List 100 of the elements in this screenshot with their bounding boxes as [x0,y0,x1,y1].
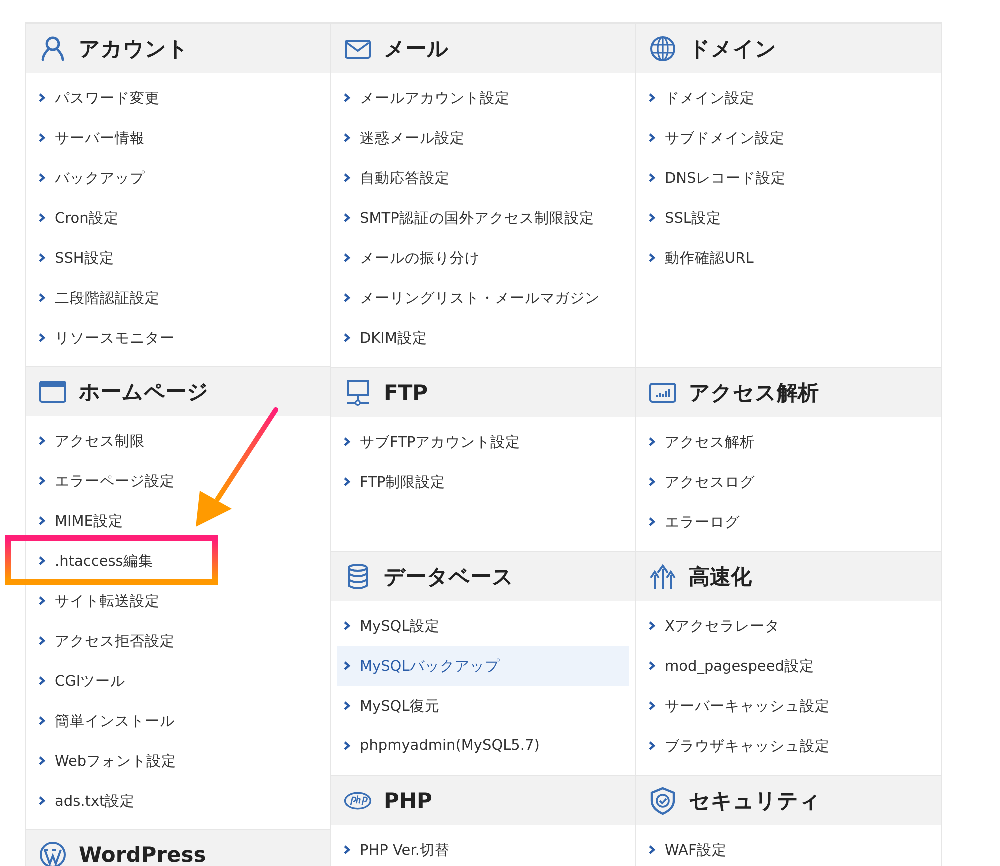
menu-link[interactable]: 自動応答設定 [337,158,456,198]
menu-link[interactable]: アクセス制限 [32,421,151,461]
chevron-right-icon [38,716,46,726]
menu-link[interactable]: パスワード変更 [32,78,166,118]
menu-link[interactable]: .htaccess編集 [32,541,160,581]
chevron-right-icon [38,596,46,606]
chevron-right-icon [343,213,351,223]
chevron-right-icon [38,133,46,143]
menu-link[interactable]: ドメイン設定 [642,78,761,118]
chevron-right-icon [648,93,656,103]
menu-link[interactable]: Xアクセラレータ [642,606,786,646]
chevron-right-icon [38,173,46,183]
chevron-right-icon [648,741,656,751]
monitor-network-icon [344,378,372,406]
chevron-right-icon [343,621,351,631]
chevron-right-icon [38,676,46,686]
menu-link[interactable]: リソースモニター [32,318,181,358]
chevron-right-icon [343,701,351,711]
menu-link[interactable]: エラーログ [642,502,746,542]
menu-link[interactable]: サーバー情報 [32,118,151,158]
chevron-right-icon [343,253,351,263]
menu-link[interactable]: MySQL復元 [337,686,446,726]
menu-link[interactable]: mod_pagespeed設定 [642,646,820,686]
section-title: アクセス解析 [689,380,819,406]
shield-check-icon [649,786,677,814]
chevron-right-icon [343,437,351,447]
menu-link[interactable]: 動作確認URL [642,238,760,278]
chevron-right-icon [38,556,46,566]
menu-link[interactable]: メーリングリスト・メールマガジン [337,278,606,318]
section-title: セキュリティ [689,788,821,814]
chevron-right-icon [648,517,656,527]
chevron-right-icon [38,516,46,526]
menu-link[interactable]: MySQL設定 [337,606,446,646]
chevron-right-icon [343,333,351,343]
section-title: WordPress [79,842,206,866]
menu-link[interactable]: 簡単インストール [32,701,181,741]
menu-link[interactable]: ads.txt設定 [32,781,142,821]
menu-link[interactable]: サイト転送設定 [32,581,166,621]
section-title: FTP [384,380,428,404]
menu-link[interactable]: MySQLバックアップ [337,646,629,686]
section-title: PHP [384,788,432,812]
menu-link[interactable]: DKIM設定 [337,318,434,358]
menu-link[interactable]: SSL設定 [642,198,728,238]
section-title: アカウント [79,36,189,62]
menu-link[interactable]: バックアップ [32,158,151,198]
chevron-right-icon [648,437,656,447]
chevron-right-icon [648,621,656,631]
chevron-right-icon [38,213,46,223]
section-title: ホームページ [79,378,209,406]
menu-link[interactable]: サーバーキャッシュ設定 [642,686,836,726]
chevron-right-icon [648,845,656,855]
globe-icon [649,34,677,62]
menu-link[interactable]: エラーページ設定 [32,461,181,501]
chevron-right-icon [648,661,656,671]
section-title: データベース [384,564,514,590]
chevron-right-icon [38,756,46,766]
chevron-right-icon [38,253,46,263]
menu-link[interactable]: アクセスログ [642,462,761,502]
up-arrows-icon [649,562,677,590]
chevron-right-icon [343,845,351,855]
menu-link[interactable]: Cron設定 [32,198,125,238]
menu-link[interactable]: 二段階認証設定 [32,278,166,318]
menu-link[interactable]: ブラウザキャッシュ設定 [642,726,836,766]
menu-link[interactable]: アクセス解析 [642,422,761,462]
menu-link[interactable]: メールアカウント設定 [337,78,516,118]
user-icon [39,34,67,62]
chevron-right-icon [38,476,46,486]
chevron-right-icon [648,253,656,263]
menu-link[interactable]: DNSレコード設定 [642,158,792,198]
chevron-right-icon [38,796,46,806]
chevron-right-icon [343,93,351,103]
section-title: ドメイン [689,36,777,62]
chevron-right-icon [343,293,351,303]
chevron-right-icon [38,636,46,646]
menu-link[interactable]: アクセス拒否設定 [32,621,181,661]
menu-link[interactable]: CGIツール [32,661,132,701]
menu-link[interactable]: MIME設定 [32,501,130,541]
menu-link[interactable]: phpmyadmin(MySQL5.7) [337,726,546,766]
chevron-right-icon [38,333,46,343]
menu-link[interactable]: Webフォント設定 [32,741,183,781]
menu-link[interactable]: PHP Ver.切替 [337,830,456,866]
menu-link[interactable]: サブFTPアカウント設定 [337,422,527,462]
chevron-right-icon [648,477,656,487]
chevron-right-icon [343,741,351,751]
menu-link[interactable]: サブドメイン設定 [642,118,791,158]
wordpress-logo-icon [39,840,67,866]
menu-link[interactable]: WAF設定 [642,830,733,866]
chevron-right-icon [648,133,656,143]
menu-link[interactable]: SMTP認証の国外アクセス制限設定 [337,198,600,238]
chevron-right-icon [648,173,656,183]
chevron-right-icon [343,133,351,143]
chevron-right-icon [343,477,351,487]
chevron-right-icon [648,701,656,711]
menu-link[interactable]: FTP制限設定 [337,462,452,502]
menu-link[interactable]: 迷惑メール設定 [337,118,471,158]
menu-link[interactable]: メールの振り分け [337,238,486,278]
chevron-right-icon [38,293,46,303]
section-title: メール [384,36,449,62]
chevron-right-icon [648,213,656,223]
menu-link[interactable]: SSH設定 [32,238,120,278]
